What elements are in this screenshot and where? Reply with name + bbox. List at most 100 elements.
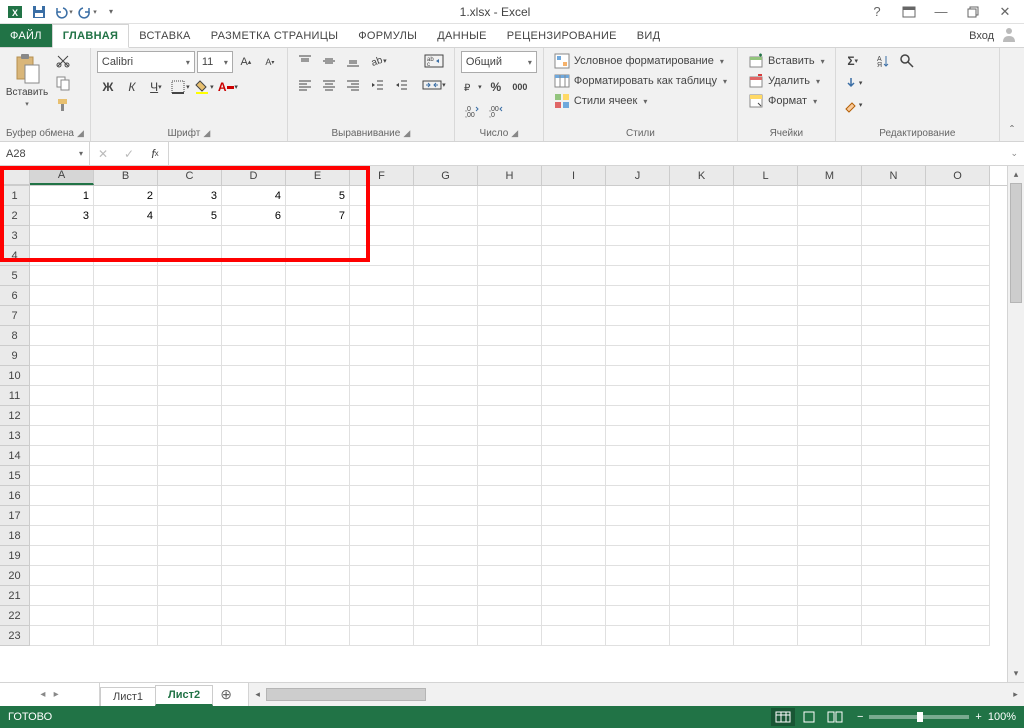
- cell-C6[interactable]: [158, 286, 222, 306]
- cell-N13[interactable]: [862, 426, 926, 446]
- cell-O18[interactable]: [926, 526, 990, 546]
- row-header-14[interactable]: 14: [0, 446, 30, 466]
- insert-function-button[interactable]: fx: [142, 147, 168, 161]
- cell-L19[interactable]: [734, 546, 798, 566]
- insert-cells-button[interactable]: Вставить▾: [744, 51, 829, 71]
- restore-button[interactable]: [960, 2, 986, 22]
- cell-I2[interactable]: [542, 206, 606, 226]
- format-painter-button[interactable]: [52, 95, 74, 115]
- decrease-font-button[interactable]: A▾: [259, 52, 281, 72]
- row-header-15[interactable]: 15: [0, 466, 30, 486]
- cell-O19[interactable]: [926, 546, 990, 566]
- cell-A2[interactable]: 3: [30, 206, 94, 226]
- column-header-E[interactable]: E: [286, 166, 350, 185]
- increase-font-button[interactable]: A▴: [235, 52, 257, 72]
- cell-C9[interactable]: [158, 346, 222, 366]
- cell-E22[interactable]: [286, 606, 350, 626]
- cell-I11[interactable]: [542, 386, 606, 406]
- cell-L17[interactable]: [734, 506, 798, 526]
- row-header-20[interactable]: 20: [0, 566, 30, 586]
- cell-L6[interactable]: [734, 286, 798, 306]
- cell-C16[interactable]: [158, 486, 222, 506]
- cell-A8[interactable]: [30, 326, 94, 346]
- cell-D20[interactable]: [222, 566, 286, 586]
- cell-C13[interactable]: [158, 426, 222, 446]
- cell-K12[interactable]: [670, 406, 734, 426]
- cell-E5[interactable]: [286, 266, 350, 286]
- cell-D15[interactable]: [222, 466, 286, 486]
- cell-J13[interactable]: [606, 426, 670, 446]
- cell-A5[interactable]: [30, 266, 94, 286]
- cell-M8[interactable]: [798, 326, 862, 346]
- minimize-button[interactable]: —: [928, 2, 954, 22]
- cell-M5[interactable]: [798, 266, 862, 286]
- autosum-button[interactable]: Σ▾: [842, 51, 864, 71]
- cell-N23[interactable]: [862, 626, 926, 646]
- cell-B8[interactable]: [94, 326, 158, 346]
- cell-A15[interactable]: [30, 466, 94, 486]
- cell-O17[interactable]: [926, 506, 990, 526]
- cell-O9[interactable]: [926, 346, 990, 366]
- cell-L7[interactable]: [734, 306, 798, 326]
- cell-B12[interactable]: [94, 406, 158, 426]
- tab-review[interactable]: РЕЦЕНЗИРОВАНИЕ: [497, 24, 627, 47]
- cell-D18[interactable]: [222, 526, 286, 546]
- cell-E3[interactable]: [286, 226, 350, 246]
- cell-L15[interactable]: [734, 466, 798, 486]
- collapse-ribbon-button[interactable]: ˆ: [1000, 48, 1024, 141]
- cell-N21[interactable]: [862, 586, 926, 606]
- tab-formulas[interactable]: ФОРМУЛЫ: [348, 24, 427, 47]
- save-icon[interactable]: [28, 2, 50, 22]
- cell-D1[interactable]: 4: [222, 186, 286, 206]
- cell-H23[interactable]: [478, 626, 542, 646]
- column-header-O[interactable]: O: [926, 166, 990, 185]
- cell-K6[interactable]: [670, 286, 734, 306]
- cell-J12[interactable]: [606, 406, 670, 426]
- cell-O8[interactable]: [926, 326, 990, 346]
- horizontal-scrollbar[interactable]: ◂ ▸: [248, 683, 1024, 706]
- cell-J4[interactable]: [606, 246, 670, 266]
- cell-N10[interactable]: [862, 366, 926, 386]
- percent-button[interactable]: %: [485, 77, 507, 97]
- cell-C3[interactable]: [158, 226, 222, 246]
- column-header-F[interactable]: F: [350, 166, 414, 185]
- cell-K18[interactable]: [670, 526, 734, 546]
- cell-C17[interactable]: [158, 506, 222, 526]
- bold-button[interactable]: Ж: [97, 77, 119, 97]
- cell-J11[interactable]: [606, 386, 670, 406]
- cell-M17[interactable]: [798, 506, 862, 526]
- cell-I15[interactable]: [542, 466, 606, 486]
- cell-B20[interactable]: [94, 566, 158, 586]
- cell-L9[interactable]: [734, 346, 798, 366]
- zoom-percent[interactable]: 100%: [988, 711, 1016, 723]
- cell-A6[interactable]: [30, 286, 94, 306]
- cell-B10[interactable]: [94, 366, 158, 386]
- row-header-13[interactable]: 13: [0, 426, 30, 446]
- cell-M16[interactable]: [798, 486, 862, 506]
- cell-A7[interactable]: [30, 306, 94, 326]
- cell-E4[interactable]: [286, 246, 350, 266]
- cell-J21[interactable]: [606, 586, 670, 606]
- row-header-16[interactable]: 16: [0, 486, 30, 506]
- cell-I23[interactable]: [542, 626, 606, 646]
- cell-J17[interactable]: [606, 506, 670, 526]
- cell-G3[interactable]: [414, 226, 478, 246]
- cell-E16[interactable]: [286, 486, 350, 506]
- sheet-tab-2[interactable]: Лист2: [155, 685, 213, 706]
- cell-H8[interactable]: [478, 326, 542, 346]
- vscroll-thumb[interactable]: [1010, 183, 1022, 303]
- cell-O15[interactable]: [926, 466, 990, 486]
- cell-O22[interactable]: [926, 606, 990, 626]
- cell-E20[interactable]: [286, 566, 350, 586]
- cell-H10[interactable]: [478, 366, 542, 386]
- cell-K14[interactable]: [670, 446, 734, 466]
- cell-A1[interactable]: 1: [30, 186, 94, 206]
- cell-G8[interactable]: [414, 326, 478, 346]
- column-header-A[interactable]: A: [30, 166, 94, 185]
- cell-F10[interactable]: [350, 366, 414, 386]
- cell-I18[interactable]: [542, 526, 606, 546]
- increase-indent-button[interactable]: [390, 75, 412, 95]
- row-header-10[interactable]: 10: [0, 366, 30, 386]
- italic-button[interactable]: К: [121, 77, 143, 97]
- view-page-break-button[interactable]: [823, 708, 847, 726]
